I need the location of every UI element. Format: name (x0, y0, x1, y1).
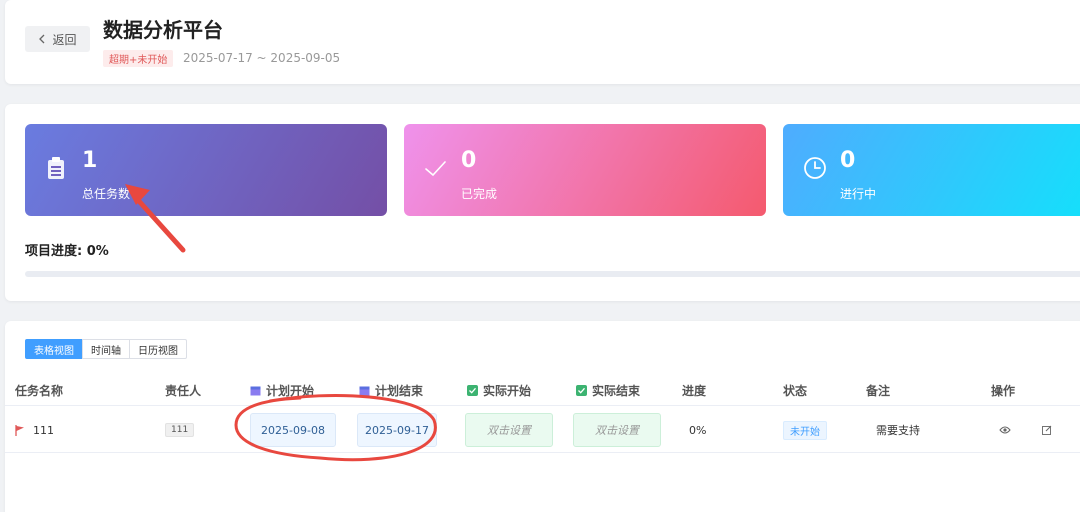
column-header-actual-end: 实际结束 (576, 382, 640, 399)
calendar-icon (250, 386, 261, 396)
task-name: 111 (33, 423, 54, 437)
actual-end-input[interactable]: 双击设置 (573, 413, 661, 447)
owner-tag: 111 (165, 423, 195, 437)
view-action[interactable] (999, 407, 1011, 453)
stat-value: 1 (82, 148, 98, 173)
column-header: 备注 (866, 384, 891, 398)
project-progress-label: 项目进度: 0% (25, 244, 109, 259)
stat-total-tasks: 1 总任务数 (25, 124, 387, 216)
chevron-left-icon (39, 34, 45, 44)
header-card: 返回 数据分析平台 超期+未开始 2025-07-17 ~ 2025-09-05 (5, 0, 1080, 84)
page-title: 数据分析平台 (103, 18, 223, 42)
back-button[interactable]: 返回 (25, 26, 90, 52)
flag-icon (15, 424, 24, 436)
table-header: 任务名称 责任人 计划开始 计划结束 实际开始 实际结束 进度 状态 备注 操作 (5, 372, 1080, 406)
back-label: 返回 (52, 32, 77, 47)
project-progress-bar (25, 271, 1080, 277)
checkbox-icon (467, 385, 478, 396)
stat-value: 0 (461, 148, 477, 173)
eye-icon[interactable] (999, 425, 1011, 435)
plan-start-date[interactable]: 2025-09-08 (250, 413, 336, 447)
checkbox-icon (576, 385, 587, 396)
column-header-plan-start: 计划开始 (250, 382, 314, 399)
plan-start-cell: 2025-09-08 (250, 407, 336, 453)
stat-label: 总任务数 (82, 187, 131, 201)
edit-icon[interactable] (1042, 425, 1052, 435)
actual-end-cell: 双击设置 (573, 407, 661, 453)
state-cell: 未开始 (783, 407, 827, 453)
tab-timeline[interactable]: 时间轴 (82, 339, 130, 359)
remark-cell: 需要支持 (876, 424, 920, 437)
owner-cell: 111 (165, 407, 195, 453)
progress-cell: 0% (689, 423, 707, 437)
stat-in-progress: 0 进行中 (783, 124, 1080, 216)
table-row[interactable]: 111 111 2025-09-08 2025-09-17 双击设置 双击设置 … (5, 407, 1080, 453)
view-switcher: 表格视图 时间轴 日历视图 (25, 339, 187, 359)
calendar-icon (359, 386, 370, 396)
column-header-plan-end: 计划结束 (359, 382, 423, 399)
date-range: 2025-07-17 ~ 2025-09-05 (183, 51, 341, 65)
column-header: 责任人 (165, 384, 202, 398)
check-icon (425, 161, 446, 177)
stats-card: 1 总任务数 0 已完成 0 进行中 项目进度: 0% (5, 104, 1080, 301)
clipboard-icon (48, 157, 64, 179)
plan-end-date[interactable]: 2025-09-17 (357, 413, 437, 447)
column-header: 任务名称 (15, 384, 64, 398)
state-badge: 未开始 (783, 420, 827, 440)
task-table-card: 表格视图 时间轴 日历视图 任务名称 责任人 计划开始 计划结束 实际开始 实际… (5, 321, 1080, 512)
stat-completed: 0 已完成 (404, 124, 766, 216)
stat-label: 已完成 (461, 187, 498, 201)
column-header-actual-start: 实际开始 (467, 382, 531, 399)
column-header: 状态 (783, 384, 808, 398)
plan-end-cell: 2025-09-17 (357, 407, 437, 453)
clock-icon (804, 157, 826, 179)
actual-start-input[interactable]: 双击设置 (465, 413, 553, 447)
task-name-cell: 111 (15, 407, 54, 453)
actual-start-cell: 双击设置 (465, 407, 553, 453)
column-header: 进度 (682, 384, 707, 398)
tab-table-view[interactable]: 表格视图 (25, 339, 83, 359)
column-header: 操作 (991, 384, 1016, 398)
status-badge: 超期+未开始 (103, 50, 174, 67)
edit-action[interactable] (1042, 407, 1052, 453)
stat-label: 进行中 (840, 187, 877, 201)
stat-value: 0 (840, 148, 856, 173)
tab-calendar-view[interactable]: 日历视图 (129, 339, 187, 359)
